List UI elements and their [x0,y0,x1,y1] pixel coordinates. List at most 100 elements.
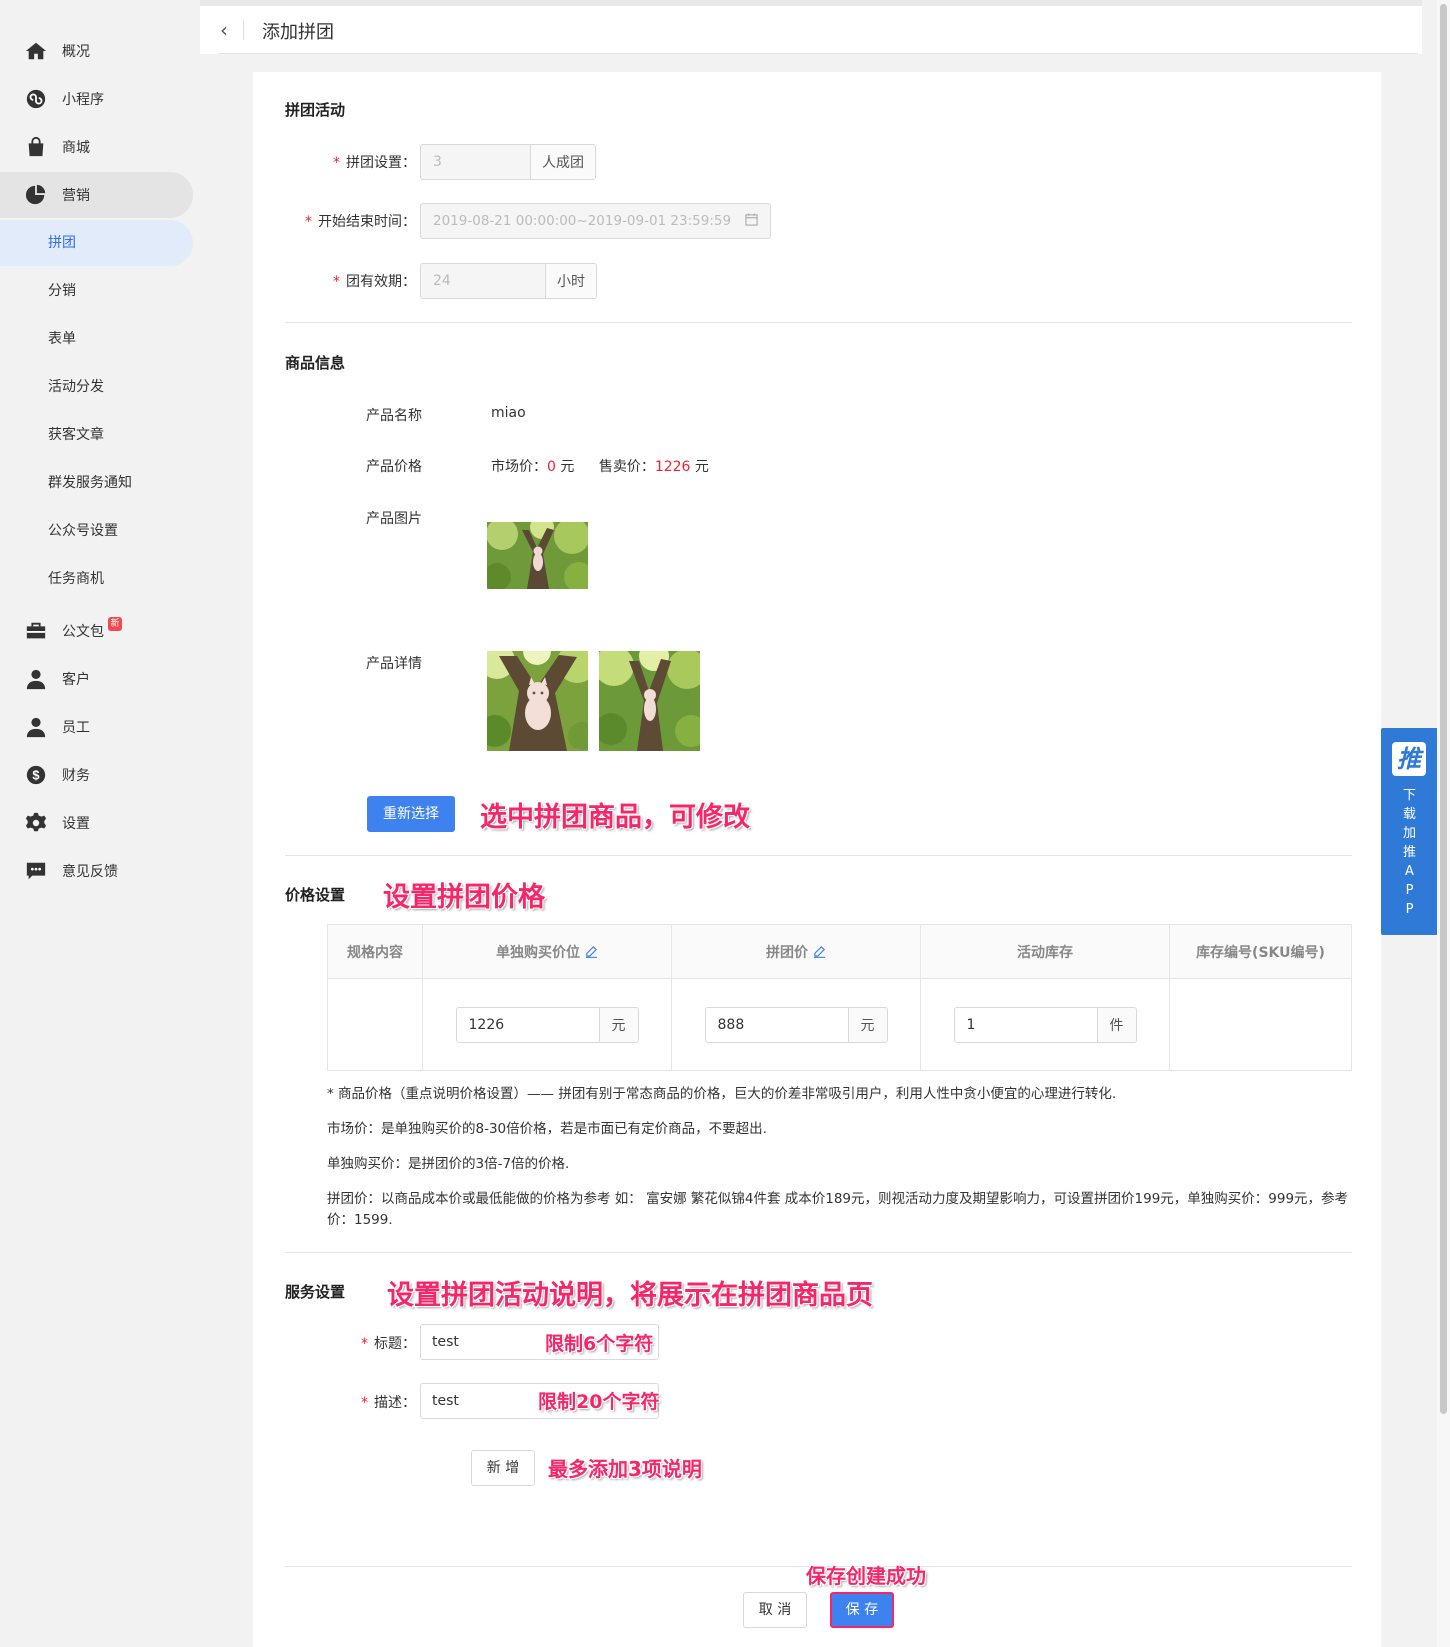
section-divider [285,855,1352,856]
product-price-value: 市场价：0 元 售卖价：1226 元 [491,459,709,475]
sidebar-item-marketing[interactable]: 营销 [0,172,193,218]
sidebar-sub-notifications[interactable]: 群发服务通知 [0,460,193,506]
product-image [487,522,588,589]
sidebar-item-label: 财务 [62,768,90,784]
validity-suffix: 小时 [545,264,596,298]
stock-input[interactable]: 1件 [953,1006,1137,1043]
dollar-icon: $ [24,763,48,787]
product-image-label: 产品图片 [366,511,422,527]
section-divider [285,1252,1352,1253]
sidebar-item-finance[interactable]: $ 财务 [0,752,90,798]
group-size-input[interactable]: 3 人成团 [420,144,596,180]
cell-group-price: 888 元 [671,978,921,1071]
sidebar-item-label: 客户 [62,672,90,688]
sale-price: 1226 [654,459,691,475]
sidebar-sub-groupbuy[interactable]: 拼团 [0,220,193,266]
sidebar-item-miniprogram[interactable]: 小程序 [0,76,104,122]
download-app-tab[interactable]: 推 下 载 加 推 A P P [1381,728,1438,935]
edit-icon[interactable] [585,945,598,958]
feedback-icon [24,859,48,883]
sidebar-sub-official-account[interactable]: 公众号设置 [0,508,193,554]
reselect-button[interactable]: 重新选择 [367,796,455,832]
validity-label: * 团有效期： [333,274,416,290]
section-title-service: 服务设置 [285,1283,346,1301]
sidebar-sub-task-leads[interactable]: 任务商机 [0,556,193,602]
price-note-2: 市场价：是单独购买价的8-30倍价格，若是市面已有定价商品，不要超出. [327,1121,767,1137]
section-title-activity: 拼团活动 [285,101,346,119]
cancel-button[interactable]: 取 消 [743,1592,807,1628]
sidebar-item-feedback[interactable]: 意见反馈 [0,848,118,894]
single-price-input[interactable]: 1226 元 [455,1006,639,1043]
sidebar-item-label: 小程序 [62,92,104,108]
page-title: 添加拼团 [262,22,334,43]
cell-sku [1169,978,1352,1071]
cell-stock: 1件 [920,978,1170,1071]
product-detail-image-2 [599,651,700,751]
chevron-left-icon[interactable]: ‹ [220,18,228,42]
service-title-hint: 限制6个字符 [545,1333,654,1355]
sidebar: 概况 小程序 商城 营销 拼团 分销 表单 活动分发 获客文章 群发服务通知 公… [0,0,200,1647]
section-title-product: 商品信息 [285,354,346,372]
cell-spec [327,978,423,1071]
service-title-label: * 标题： [361,1336,416,1352]
shopping-bag-icon [24,135,48,159]
sidebar-sub-articles[interactable]: 获客文章 [0,412,193,458]
col-header-stock: 活动库存 [920,924,1170,979]
required-mark: * [305,214,312,230]
download-app-text: 下 载 加 推 A P P [1402,788,1416,917]
col-header-group-price: 拼团价 [671,924,921,979]
annotation-pricing: 设置拼团价格 [383,882,545,913]
scrollbar-thumb[interactable] [1440,4,1447,1414]
new-badge: 新 [108,617,122,631]
sidebar-item-staff[interactable]: 员工 [0,704,90,750]
person-icon [24,715,48,739]
briefcase-icon [24,619,48,643]
table-header-row: 规格内容 单独购买价位 拼团价 活动库存 库存编号(SKU编号) [327,924,1352,979]
sidebar-item-briefcase[interactable]: 公文包 新 [0,608,122,654]
calendar-icon [745,212,758,230]
time-range-input[interactable]: 2019-08-21 00:00:00~2019-09-01 23:59:59 [420,203,771,239]
pie-chart-icon [24,183,48,207]
section-title-pricing: 价格设置 [285,886,346,904]
sidebar-sub-form[interactable]: 表单 [0,316,193,362]
sidebar-sub-activity-distribution[interactable]: 活动分发 [0,364,193,410]
required-mark: * [361,1395,368,1411]
product-name-value: miao [491,405,526,421]
add-description-button[interactable]: 新 增 [471,1450,535,1486]
sidebar-sub-distribution[interactable]: 分销 [0,268,193,314]
group-size-suffix: 人成团 [530,145,595,179]
section-divider [285,322,1352,323]
col-header-sku: 库存编号(SKU编号) [1169,924,1352,979]
sidebar-item-customers[interactable]: 客户 [0,656,90,702]
sidebar-item-label: 意见反馈 [62,864,118,880]
annotation-save: 保存创建成功 [806,1564,926,1588]
validity-input[interactable]: 24 小时 [420,263,597,299]
page-scrollbar[interactable] [1437,0,1450,1647]
product-detail-label: 产品详情 [366,656,422,672]
sidebar-item-label: 公文包 [62,624,104,640]
miniprogram-icon [24,87,48,111]
save-button[interactable]: 保 存 [830,1592,894,1628]
annotation-service: 设置拼团活动说明，将展示在拼团商品页 [387,1280,873,1311]
service-desc-hint: 限制20个字符 [538,1391,660,1413]
service-desc-label: * 描述： [361,1395,416,1411]
sidebar-item-overview[interactable]: 概况 [0,28,90,74]
sidebar-item-label: 员工 [62,720,90,736]
group-price-input[interactable]: 888 元 [704,1006,888,1043]
product-name-label: 产品名称 [366,408,422,424]
group-size-label: * 拼团设置： [333,155,416,171]
sidebar-item-mall[interactable]: 商城 [0,124,90,170]
product-detail-image-1 [487,651,588,751]
table-row: 1226 元 888 元 1件 [327,978,1352,1071]
edit-icon[interactable] [813,945,826,958]
product-price-label: 产品价格 [366,459,422,475]
sidebar-item-label: 营销 [62,188,90,204]
sidebar-item-settings[interactable]: 设置 [0,800,90,846]
page-header: ‹ 添加拼团 [200,0,1422,54]
required-mark: * [361,1336,368,1352]
required-mark: * [333,155,340,171]
price-table: 规格内容 单独购买价位 拼团价 活动库存 库存编号(SKU编号) 1226 元 8… [327,924,1352,1071]
sidebar-item-label: 商城 [62,140,90,156]
app-logo-icon: 推 [1392,742,1426,776]
sidebar-item-label: 概况 [62,44,90,60]
